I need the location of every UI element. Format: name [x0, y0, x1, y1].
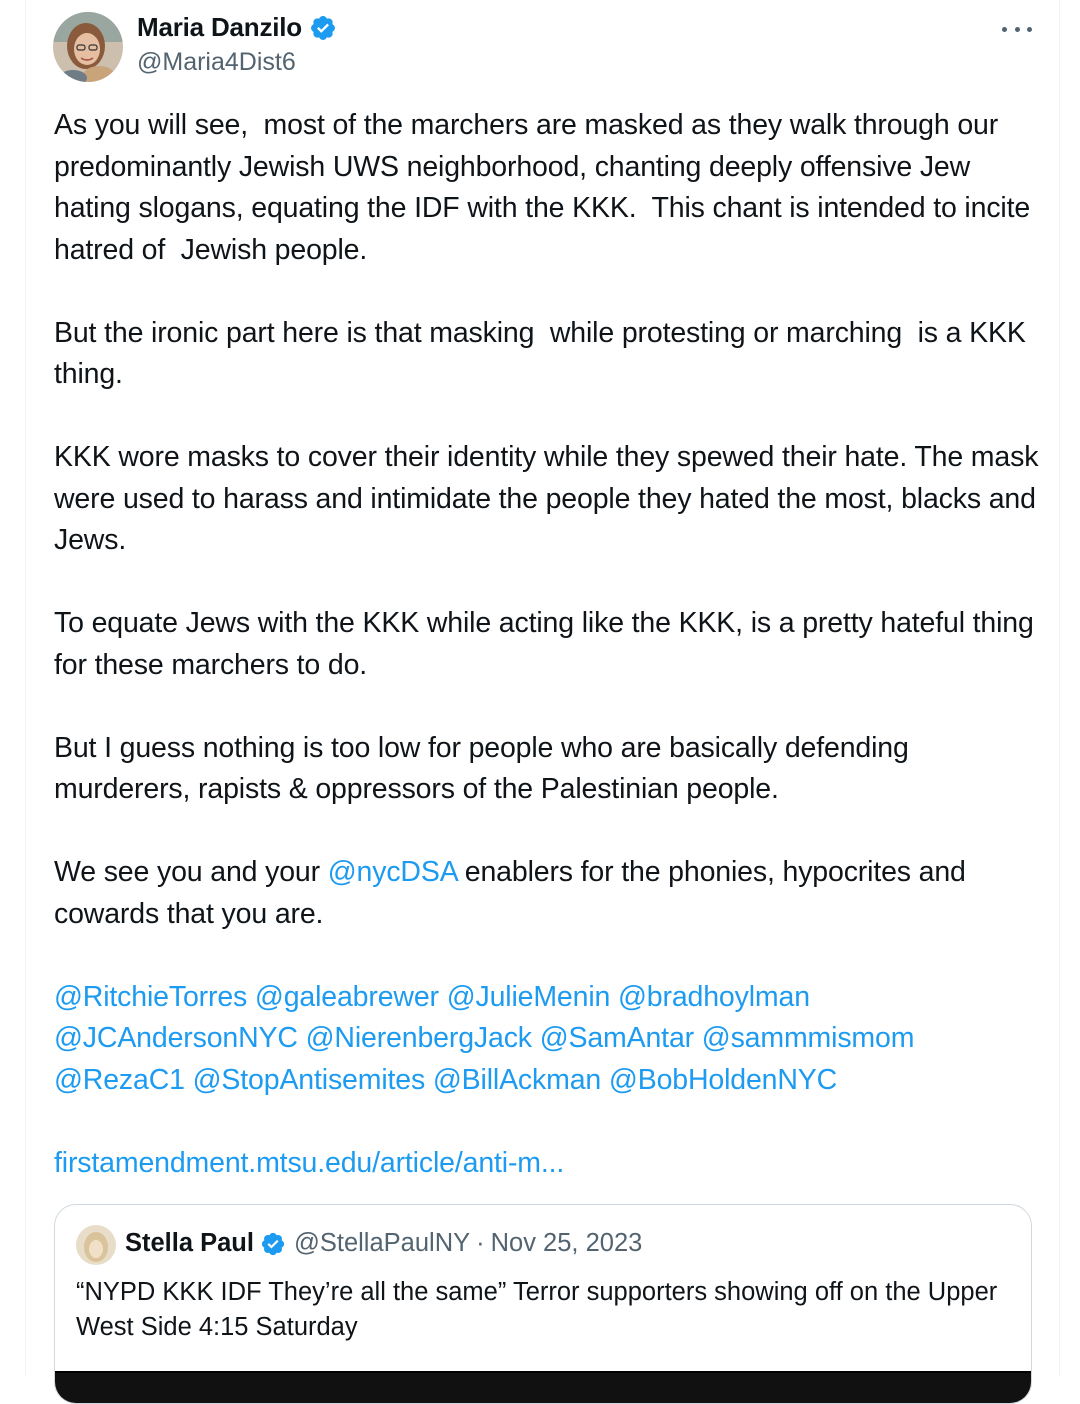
mention-link[interactable]: @nycDSA — [328, 856, 457, 888]
quoted-date[interactable]: Nov 25, 2023 — [491, 1229, 643, 1258]
quoted-handle[interactable]: @StellaPaulNY — [294, 1229, 470, 1258]
quoted-tweet-text: “NYPD KKK IDF They’re all the same” Terr… — [76, 1278, 998, 1341]
mention-link[interactable]: @RezaC1 — [54, 1064, 185, 1096]
tweet-text-segment: To equate Jews with the KKK while acting… — [54, 607, 1042, 681]
mention-link[interactable]: @RitchieTorres — [54, 981, 247, 1013]
tweet-text-segment: As you will see, most of the marchers ar… — [54, 109, 1038, 266]
tweet-paragraph: To equate Jews with the KKK while acting… — [54, 603, 1039, 686]
profile-photo-avatar-icon — [53, 12, 123, 82]
more-options-icon[interactable] — [1002, 20, 1032, 38]
author-avatar[interactable] — [53, 12, 123, 82]
external-link[interactable]: firstamendment.mtsu.edu/article/anti-m..… — [54, 1147, 564, 1179]
tweet-text-segment — [439, 981, 447, 1013]
author-handle[interactable]: @Maria4Dist6 — [137, 48, 296, 77]
more-dot — [1027, 26, 1032, 32]
tweet-text-segment — [810, 981, 818, 1013]
mention-link[interactable]: @BobHoldenNYC — [609, 1064, 837, 1096]
tweet-paragraph: @RitchieTorres @galeabrewer @JulieMenin … — [54, 977, 1039, 1102]
tweet-text-segment — [247, 981, 255, 1013]
tweet-paragraph: firstamendment.mtsu.edu/article/anti-m..… — [54, 1143, 1039, 1185]
quoted-display-name[interactable]: Stella Paul — [125, 1229, 254, 1258]
tweet-text-segment — [601, 1064, 609, 1096]
mention-link[interactable]: @BillAckman — [433, 1064, 601, 1096]
mention-link[interactable]: @JulieMenin — [447, 981, 611, 1013]
tweet-text-segment — [298, 1022, 306, 1054]
more-dot — [1002, 26, 1007, 32]
tweet-paragraph: But I guess nothing is too low for peopl… — [54, 728, 1039, 811]
tweet-text-segment — [425, 1064, 433, 1096]
tweet-paragraph: As you will see, most of the marchers ar… — [54, 105, 1039, 271]
quoted-tweet[interactable]: Stella Paul @StellaPaulNY · Nov 25, 2023… — [54, 1204, 1032, 1404]
quoted-author-avatar[interactable] — [76, 1225, 116, 1265]
tweet-text-segment: But I guess nothing is too low for peopl… — [54, 731, 917, 806]
author-name-row[interactable]: Maria Danzilo — [137, 12, 337, 43]
quoted-profile-photo-icon — [76, 1225, 116, 1265]
mention-link[interactable]: @galeabrewer — [255, 981, 439, 1013]
verified-badge-icon — [261, 1232, 285, 1255]
tweet-paragraph: KKK wore masks to cover their identity w… — [54, 437, 1039, 562]
tweet-text: As you will see, most of the marchers ar… — [54, 105, 1039, 1184]
mention-link[interactable]: @NierenbergJack — [306, 1022, 532, 1054]
more-dot — [1014, 26, 1020, 32]
tweet-text-segment: We see you and your — [54, 856, 328, 888]
quoted-separator: · — [476, 1229, 485, 1257]
mention-link[interactable]: @StopAntisemites — [193, 1064, 426, 1096]
quoted-header: Stella Paul @StellaPaulNY · Nov 25, 2023 — [125, 1229, 642, 1258]
tweet-text-segment — [610, 981, 618, 1013]
author-display-name[interactable]: Maria Danzilo — [137, 12, 302, 43]
tweet-text-segment — [694, 1022, 702, 1054]
tweet-text-segment: KKK wore masks to cover their identity w… — [54, 441, 1047, 556]
tweet-text-segment — [914, 1022, 922, 1054]
tweet-text-segment — [532, 1022, 540, 1054]
tweet-text-segment: But the ironic part here is that masking… — [54, 316, 1034, 391]
tweet-paragraph: We see you and your @nycDSA enablers for… — [54, 852, 1039, 935]
mention-link[interactable]: @sammmismom — [702, 1022, 915, 1054]
tweet-paragraph: But the ironic part here is that masking… — [54, 313, 1039, 396]
mention-link[interactable]: @JCAndersonNYC — [54, 1022, 298, 1054]
verified-badge-icon — [311, 15, 335, 40]
tweet-text-segment — [185, 1064, 193, 1096]
mention-link[interactable]: @bradhoylman — [618, 981, 810, 1013]
mention-link[interactable]: @SamAntar — [540, 1022, 694, 1054]
